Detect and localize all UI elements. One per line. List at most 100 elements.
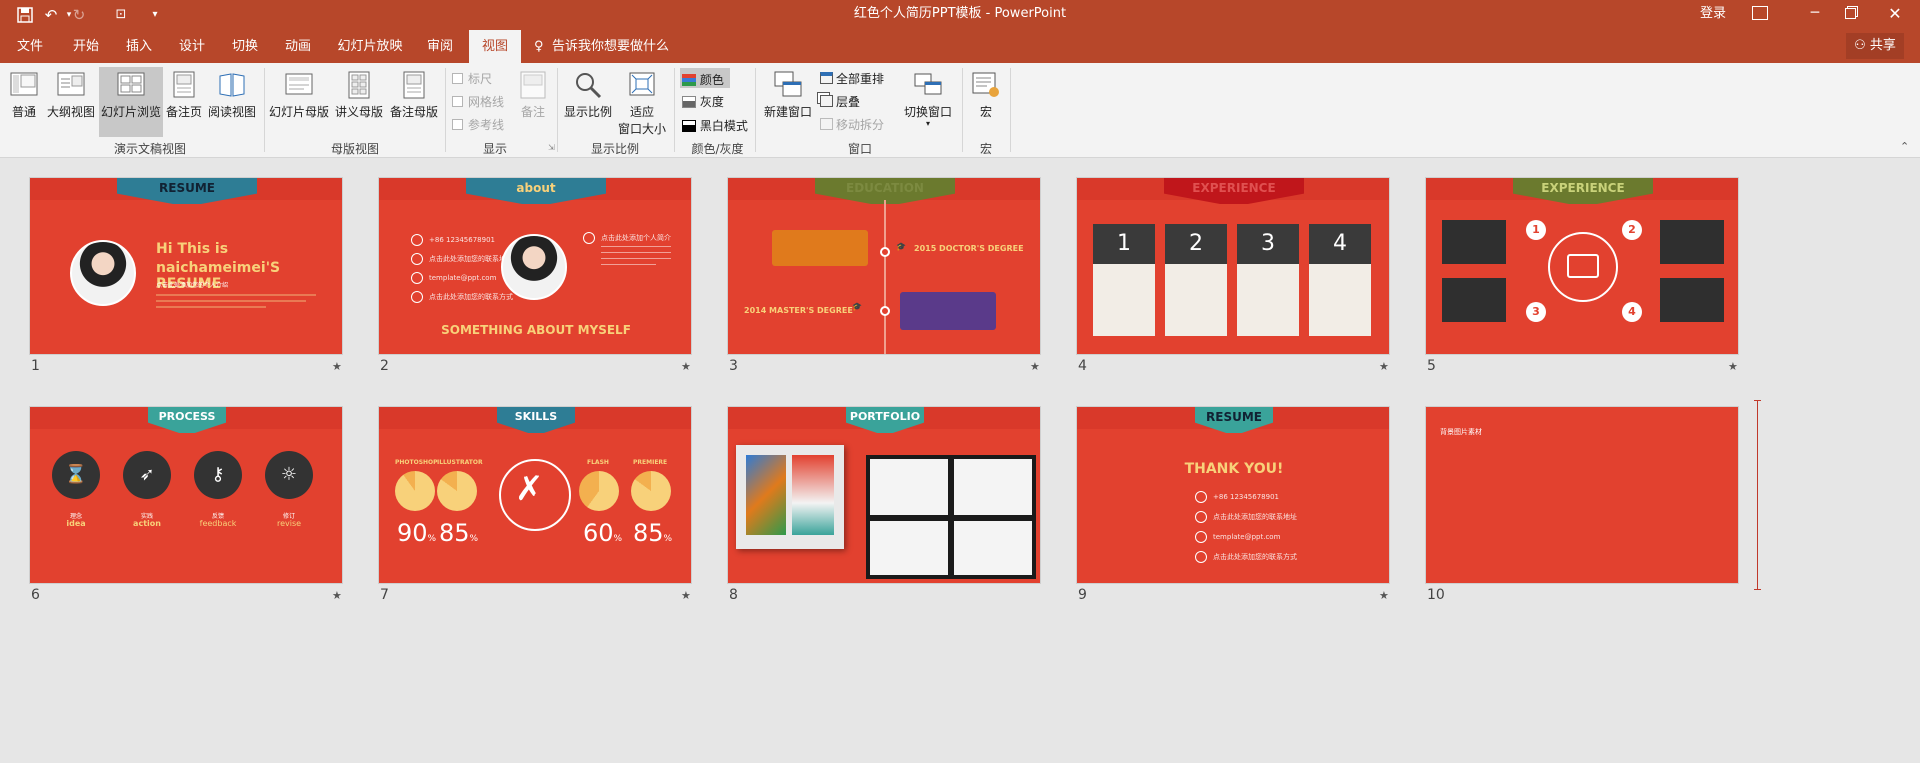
switch-windows-icon	[913, 70, 943, 100]
ribbon-tabs: 文件 开始 插入 设计 切换 动画 幻灯片放映 审阅 视图 ♀ 告诉我你想要做什…	[0, 30, 1920, 63]
switch-windows-button[interactable]: 切换窗口 ▾	[900, 70, 956, 128]
slide-header-ribbon: SKILLS	[497, 407, 575, 433]
ruler-checkbox[interactable]: 标尺	[452, 70, 492, 87]
slide-thumbnail-9[interactable]: RESUME THANK YOU! +86 12345678901 点击此处添加…	[1076, 406, 1390, 584]
slide-thumbnail-2[interactable]: about +86 12345678901 点击此处添加您的联系地址 templ…	[378, 177, 692, 355]
tell-me-box[interactable]: 告诉我你想要做什么	[552, 30, 669, 63]
close-icon[interactable]: ✕	[1880, 0, 1910, 30]
phone-icon	[411, 234, 423, 246]
new-window-button[interactable]: 新建窗口	[762, 70, 814, 120]
tab-home[interactable]: 开始	[66, 30, 106, 63]
briefcase-icon	[1567, 254, 1599, 278]
key-icon: ⚷	[194, 451, 242, 499]
move-split-icon	[820, 118, 833, 130]
slide-thumbnail-7[interactable]: SKILLS PHOTOSHOP ILLUSTRATOR FLASH PREMI…	[378, 406, 692, 584]
color-mode-button[interactable]: 颜色	[680, 68, 730, 88]
reading-view-icon	[217, 70, 247, 100]
normal-view-button[interactable]: 普通	[6, 70, 42, 120]
grayscale-swatch-icon	[682, 96, 696, 108]
skill-pie	[631, 471, 671, 511]
slide-thumbnail-5[interactable]: EXPERIENCE 1 2 3 4	[1425, 177, 1739, 355]
notes-page-button[interactable]: 备注页	[165, 70, 203, 120]
fit-window-icon	[627, 70, 657, 100]
slide-number: 8	[729, 587, 738, 603]
tab-insert[interactable]: 插入	[119, 30, 159, 63]
ribbon-separator	[674, 68, 675, 152]
slide-thumbnail-4[interactable]: EXPERIENCE 1 2 3 4	[1076, 177, 1390, 355]
outline-view-icon	[56, 70, 86, 100]
slide-thumbnail-1[interactable]: RESUME Hi This is naichameimei'S RESUME …	[29, 177, 343, 355]
tab-design[interactable]: 设计	[172, 30, 212, 63]
slide-number: 6	[31, 587, 40, 603]
dialog-launcher-icon[interactable]: ⇲	[548, 143, 555, 152]
slide-header-ribbon: PORTFOLIO	[846, 407, 924, 433]
cascade-button[interactable]: 层叠	[820, 93, 860, 110]
move-split-button[interactable]: 移动拆分	[820, 116, 884, 133]
chat-icon	[411, 291, 423, 303]
notes-button[interactable]: 备注	[516, 70, 550, 120]
location-icon	[1195, 511, 1207, 523]
new-window-icon	[773, 70, 803, 100]
slide-number: 9	[1078, 587, 1087, 603]
zoom-button[interactable]: 显示比例	[562, 70, 614, 120]
guides-checkbox[interactable]: 参考线	[452, 116, 504, 133]
slide-header-ribbon: EXPERIENCE	[1164, 178, 1304, 204]
minimize-icon[interactable]: ─	[1800, 0, 1830, 30]
ribbon-display-options-icon[interactable]	[1752, 6, 1768, 20]
slide-thumbnail-3[interactable]: EDUCATION 🎓 2015 DOCTOR'S DEGREE 🎓 2014 …	[727, 177, 1041, 355]
share-button[interactable]: ⚇ 共享	[1846, 33, 1904, 59]
tab-review[interactable]: 审阅	[420, 30, 460, 63]
animation-star-icon[interactable]: ★	[681, 589, 691, 602]
color-swatch-icon	[682, 74, 696, 86]
tab-view[interactable]: 视图	[469, 30, 521, 63]
tab-animations[interactable]: 动画	[278, 30, 318, 63]
animation-star-icon[interactable]: ★	[1379, 360, 1389, 373]
location-icon	[411, 253, 423, 265]
signin-link[interactable]: 登录	[1700, 0, 1726, 30]
handout-master-button[interactable]: 讲义母版	[334, 70, 384, 120]
arrange-all-button[interactable]: 全部重排	[820, 70, 884, 87]
slide-sorter-icon	[116, 70, 146, 100]
black-white-button[interactable]: 黑白模式	[682, 117, 748, 134]
chat-icon	[1195, 551, 1207, 563]
magnifier-icon	[573, 70, 603, 100]
animation-star-icon[interactable]: ★	[1030, 360, 1040, 373]
fit-to-window-button[interactable]: 适应 窗口大小	[616, 70, 668, 137]
animation-star-icon[interactable]: ★	[681, 360, 691, 373]
redo-icon[interactable]: ↻	[68, 4, 90, 26]
tab-slideshow[interactable]: 幻灯片放映	[334, 30, 406, 63]
slide-number: 10	[1427, 587, 1445, 603]
reading-view-button[interactable]: 阅读视图	[207, 70, 257, 120]
person-icon: ⚇	[1854, 38, 1866, 53]
animation-star-icon[interactable]: ★	[332, 360, 342, 373]
animation-star-icon[interactable]: ★	[1379, 589, 1389, 602]
ribbon-separator	[557, 68, 558, 152]
animation-star-icon[interactable]: ★	[332, 589, 342, 602]
animation-star-icon[interactable]: ★	[1728, 360, 1738, 373]
timeline-line	[884, 200, 886, 354]
skill-pie	[395, 471, 435, 511]
customize-quick-access-icon[interactable]: ▾	[144, 4, 166, 26]
slide-thumbnail-10[interactable]: 背景图片素材	[1425, 406, 1739, 584]
slide-number: 4	[1078, 358, 1087, 374]
tab-file[interactable]: 文件	[10, 30, 50, 63]
gridlines-checkbox[interactable]: 网格线	[452, 93, 504, 110]
slide-sorter-button[interactable]: 幻灯片浏览	[99, 67, 163, 137]
portfolio-image-grid	[866, 455, 1036, 579]
outline-view-button[interactable]: 大纲视图	[46, 70, 96, 120]
save-icon[interactable]	[14, 4, 36, 26]
notes-page-icon	[169, 70, 199, 100]
education-card-orange	[772, 230, 868, 266]
slide-number: 3	[729, 358, 738, 374]
collapse-ribbon-icon[interactable]: ⌃	[1900, 140, 1909, 153]
macros-group-label: 宏	[979, 142, 992, 156]
notes-master-button[interactable]: 备注母版	[388, 70, 440, 120]
restore-icon[interactable]	[1845, 8, 1856, 19]
grayscale-button[interactable]: 灰度	[682, 93, 724, 110]
macros-button[interactable]: 宏	[968, 70, 1004, 120]
slide-thumbnail-6[interactable]: PROCESS ⌛ ➶ ⚷ ☼ 理念 idea 实践 action 反馈 fee…	[29, 406, 343, 584]
start-slideshow-icon[interactable]: ⊡	[110, 4, 132, 26]
slide-master-button[interactable]: 幻灯片母版	[268, 70, 330, 120]
tab-transitions[interactable]: 切换	[225, 30, 265, 63]
slide-thumbnail-8[interactable]: PORTFOLIO	[727, 406, 1041, 584]
